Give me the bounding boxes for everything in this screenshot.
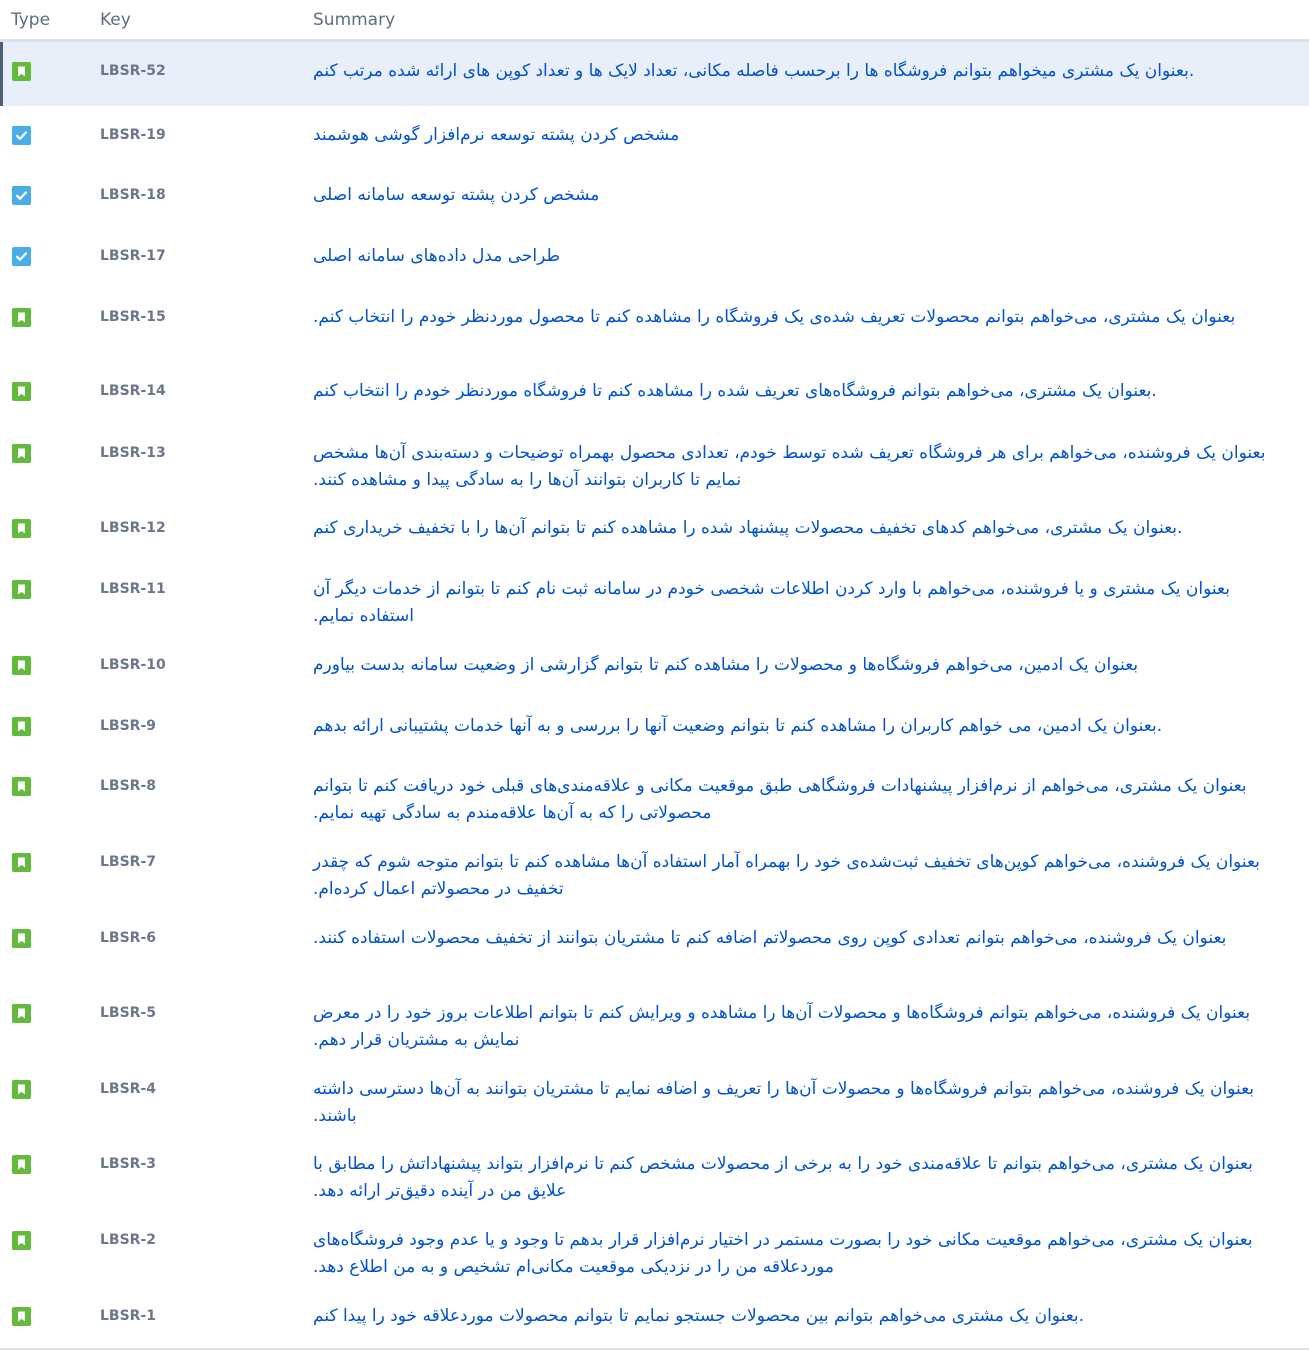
issue-summary-link[interactable]: بعنوان یک فروشنده، می‌خواهم برای هر فروش… [313,440,1288,494]
issue-summary-link[interactable]: بعنوان یک فروشنده، می‌خواهم بتوانم فروشگ… [313,1076,1288,1130]
bookmark-icon [12,929,31,948]
issue-key-link[interactable]: LBSR-7 [100,854,156,870]
issue-key-link[interactable]: LBSR-18 [100,187,166,203]
table-row[interactable]: LBSR-13 بعنوان یک فروشنده، می‌خواهم برای … [0,424,1309,499]
issue-summary-link[interactable]: بعنوان یک مشتری، می‌خواهم موقعیت مکانی خ… [313,1227,1288,1281]
issue-key-link[interactable]: LBSR-8 [100,778,156,794]
issue-summary-link[interactable]: .بعنوان یک مشتری، می‌خواهم بتوانم فروشگا… [313,378,1288,405]
table-row[interactable]: LBSR-11 بعنوان یک مشتری و یا فروشنده، می‌… [0,560,1309,636]
table-row[interactable]: LBSR-18 مشخص کردن پشته توسعه سامانه اصلی [0,166,1309,227]
issue-key-link[interactable]: LBSR-2 [100,1232,156,1248]
table-row[interactable]: LBSR-17 طراحی مدل داده‌های سامانه اصلی [0,227,1309,288]
issue-summary-link[interactable]: .بعنوان یک مشتری میخواهم بتوانم فروشگاه … [313,58,1288,85]
issue-key-link[interactable]: LBSR-10 [100,657,166,673]
bookmark-icon [12,1307,31,1326]
table-row[interactable]: LBSR-14 .بعنوان یک مشتری، می‌خواهم بتوانم… [0,362,1309,424]
bookmark-icon [12,580,31,599]
issue-key-link[interactable]: LBSR-9 [100,718,156,734]
table-row[interactable]: LBSR-3 بعنوان یک مشتری، می‌خواهم بتوانم ت… [0,1135,1309,1211]
column-header-type[interactable]: Type [11,10,50,30]
table-row[interactable]: LBSR-4 بعنوان یک فروشنده، می‌خواهم بتوانم… [0,1060,1309,1135]
issue-summary-link[interactable]: بعنوان یک فروشنده، می‌خواهم بتوانم تعداد… [313,925,1288,952]
bookmark-icon [12,382,31,401]
table-row[interactable]: LBSR-9 .بعنوان یک ادمین، می خواهم کاربران… [0,697,1309,757]
bookmark-icon [12,1231,31,1250]
issue-summary-link[interactable]: .بعنوان یک مشتری می‌خواهم بتوانم بین محص… [313,1303,1288,1330]
bookmark-icon [12,1004,31,1023]
issue-key-link[interactable]: LBSR-1 [100,1308,156,1324]
issue-summary-link[interactable]: بعنوان یک فروشنده، می‌خواهم بتوانم فروشگ… [313,1000,1288,1054]
issue-key-link[interactable]: LBSR-17 [100,248,166,264]
issue-summary-link[interactable]: بعنوان یک مشتری، می‌خواهم بتوانم محصولات… [313,304,1288,331]
issue-summary-link[interactable]: بعنوان یک فروشنده، می‌خواهم کوپن‌های تخف… [313,849,1288,903]
table-header: Type Key Summary [0,0,1309,40]
column-header-key[interactable]: Key [100,10,131,30]
issue-key-link[interactable]: LBSR-5 [100,1005,156,1021]
issue-key-link[interactable]: LBSR-6 [100,930,156,946]
issue-summary-link[interactable]: مشخص کردن پشته توسعه نرم‌افزار گوشی هوشم… [313,122,1288,149]
table-row[interactable]: LBSR-15 بعنوان یک مشتری، می‌خواهم بتوانم … [0,288,1309,362]
bookmark-icon [12,62,31,81]
checkbox-icon [12,186,31,205]
checkbox-icon [12,247,31,266]
issue-key-link[interactable]: LBSR-4 [100,1081,156,1097]
issue-summary-link[interactable]: بعنوان یک مشتری و یا فروشنده، می‌خواهم ب… [313,576,1288,630]
table-row[interactable]: LBSR-7 بعنوان یک فروشنده، می‌خواهم کوپن‌ه… [0,833,1309,909]
issue-summary-link[interactable]: .بعنوان یک مشتری، می‌خواهم کدهای تخفیف م… [313,515,1288,542]
bookmark-icon [12,656,31,675]
issue-key-link[interactable]: LBSR-19 [100,127,166,143]
issue-summary-link[interactable]: بعنوان یک مشتری، می‌خواهم بتوانم تا علاق… [313,1151,1288,1205]
table-row[interactable]: LBSR-2 بعنوان یک مشتری، می‌خواهم موقعیت م… [0,1211,1309,1287]
bookmark-icon [12,519,31,538]
bookmark-icon [12,853,31,872]
bookmark-icon [12,444,31,463]
issue-summary-link[interactable]: طراحی مدل داده‌های سامانه اصلی [313,243,1288,270]
table-row[interactable]: LBSR-6 بعنوان یک فروشنده، می‌خواهم بتوانم… [0,909,1309,984]
bookmark-icon [12,1080,31,1099]
bookmark-icon [12,717,31,736]
issue-summary-link[interactable]: بعنوان یک ادمین، می‌خواهم فروشگاه‌ها و م… [313,652,1288,679]
table-row[interactable]: LBSR-52 .بعنوان یک مشتری میخواهم بتوانم ف… [0,42,1309,106]
table-row[interactable]: LBSR-12 .بعنوان یک مشتری، می‌خواهم کدهای … [0,499,1309,560]
checkbox-icon [12,126,31,145]
table-row[interactable]: LBSR-1 .بعنوان یک مشتری می‌خواهم بتوانم ب… [0,1287,1309,1347]
table-bottom-divider [0,1348,1309,1350]
bookmark-icon [12,777,31,796]
column-header-summary[interactable]: Summary [313,10,395,30]
bookmark-icon [12,1155,31,1174]
issue-key-link[interactable]: LBSR-3 [100,1156,156,1172]
table-row[interactable]: LBSR-8 بعنوان یک مشتری، می‌خواهم از نرم‌ا… [0,757,1309,833]
issue-key-link[interactable]: LBSR-12 [100,520,166,536]
issue-key-link[interactable]: LBSR-11 [100,581,166,597]
issue-key-link[interactable]: LBSR-13 [100,445,166,461]
issue-summary-link[interactable]: مشخص کردن پشته توسعه سامانه اصلی [313,182,1288,209]
issue-summary-link[interactable]: بعنوان یک مشتری، می‌خواهم از نرم‌افزار پ… [313,773,1288,827]
table-row[interactable]: LBSR-19 مشخص کردن پشته توسعه نرم‌افزار گو… [0,106,1309,166]
issue-key-link[interactable]: LBSR-15 [100,309,166,325]
bookmark-icon [12,308,31,327]
table-row[interactable]: LBSR-5 بعنوان یک فروشنده، می‌خواهم بتوانم… [0,984,1309,1060]
table-row[interactable]: LBSR-10 بعنوان یک ادمین، می‌خواهم فروشگاه… [0,636,1309,697]
issue-key-link[interactable]: LBSR-52 [100,63,166,79]
issue-summary-link[interactable]: .بعنوان یک ادمین، می خواهم کاربران را مش… [313,713,1288,740]
issue-key-link[interactable]: LBSR-14 [100,383,166,399]
